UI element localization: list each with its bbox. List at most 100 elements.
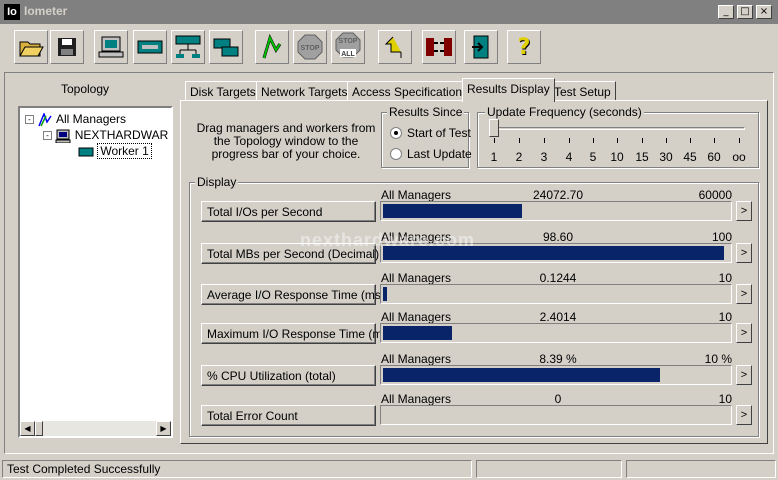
- metric-source: All Managers: [381, 352, 452, 366]
- metric-max: 10 %: [704, 352, 732, 366]
- stop-all-sign-icon: STOP ALL: [335, 32, 361, 58]
- metric-button[interactable]: Total I/Os per Second: [201, 201, 376, 222]
- instructions-text: Drag managers and workers from the Topol…: [196, 121, 376, 161]
- disconnect-button[interactable]: [422, 30, 456, 64]
- duplicate-worker-button[interactable]: [209, 30, 243, 64]
- metric-arrow-button[interactable]: >: [736, 323, 752, 343]
- metric-max: 100: [711, 230, 732, 244]
- tab-disk-targets[interactable]: Disk Targets: [185, 81, 261, 101]
- status-message: Test Completed Successfully: [2, 460, 472, 478]
- new-disk-worker-button[interactable]: [133, 30, 167, 64]
- collapse-icon[interactable]: -: [43, 131, 52, 141]
- topology-scrollbar[interactable]: ◀ ▶: [20, 421, 171, 436]
- metric-arrow-button[interactable]: >: [736, 365, 752, 385]
- tree-manager[interactable]: - NEXTHARDWAR: [43, 128, 169, 144]
- tree-root-label: All Managers: [56, 112, 127, 126]
- progress-fill: [383, 368, 660, 382]
- metric-button[interactable]: % CPU Utilization (total): [201, 365, 376, 386]
- disconnect-icon: [426, 38, 452, 56]
- frequency-slider-thumb[interactable]: [489, 119, 499, 137]
- tree-worker-label: Worker 1: [97, 143, 152, 159]
- computer-icon: [98, 36, 124, 58]
- floppy-disk-icon: [58, 38, 76, 56]
- metric-progress-bar[interactable]: [380, 284, 732, 304]
- status-bar: Test Completed Successfully: [0, 459, 778, 480]
- metric-value: 2.4014: [539, 310, 577, 324]
- metric-button[interactable]: Total Error Count: [201, 405, 376, 426]
- metric-button[interactable]: Average I/O Response Time (ms): [201, 284, 385, 305]
- radio-circle[interactable]: [390, 148, 402, 160]
- metric-max: 10: [718, 271, 732, 285]
- worker-disk-icon: [78, 147, 94, 157]
- metric-arrow-button[interactable]: >: [736, 201, 752, 221]
- tick-mark: [544, 138, 545, 143]
- tick-mark: [739, 138, 740, 143]
- metric-progress-bar[interactable]: [380, 201, 732, 221]
- stop-text: STOP: [301, 45, 320, 52]
- progress-fill: [383, 287, 387, 301]
- stop-button[interactable]: STOP: [293, 30, 327, 64]
- tick-mark: [494, 138, 495, 143]
- start-test-button[interactable]: [255, 30, 289, 64]
- collapse-icon[interactable]: -: [25, 115, 34, 125]
- close-button[interactable]: ×: [756, 5, 772, 19]
- status-pane-3: [626, 460, 776, 478]
- maximize-button[interactable]: □: [737, 5, 753, 19]
- tab-test-setup[interactable]: Test Setup: [549, 81, 616, 101]
- toolbar: STOP STOP ALL ?: [0, 26, 778, 68]
- tab-results-display[interactable]: Results Display: [462, 78, 555, 102]
- metric-value: 24072.70: [532, 188, 584, 202]
- help-button[interactable]: ?: [507, 30, 541, 64]
- radio-circle[interactable]: [390, 127, 402, 139]
- metric-max: 10: [718, 310, 732, 324]
- progress-fill: [383, 326, 452, 340]
- stop-all-button[interactable]: STOP ALL: [331, 30, 365, 64]
- tick-mark: [642, 138, 643, 143]
- exit-door-icon: [472, 35, 489, 59]
- tree-root-all-managers[interactable]: - All Managers: [25, 111, 127, 127]
- radio-last-update[interactable]: Last Update: [390, 147, 472, 161]
- tick-mark: [593, 138, 594, 143]
- open-button[interactable]: [14, 30, 48, 64]
- metric-value: 0.1244: [539, 271, 577, 285]
- metric-progress-bar[interactable]: [380, 365, 732, 385]
- scroll-right-button[interactable]: ▶: [156, 421, 171, 436]
- save-button[interactable]: [50, 30, 84, 64]
- minimize-button[interactable]: _: [718, 5, 734, 19]
- metric-source: All Managers: [381, 310, 452, 324]
- folder-open-icon: [19, 41, 44, 57]
- frequency-slider-track[interactable]: [489, 127, 745, 130]
- copy-worker-icon: [213, 38, 239, 57]
- metric-progress-bar[interactable]: [380, 405, 732, 425]
- scroll-left-button[interactable]: ◀: [20, 421, 35, 436]
- display-button[interactable]: [94, 30, 128, 64]
- reset-arrow-icon: [384, 36, 402, 58]
- metric-source: All Managers: [381, 271, 452, 285]
- scroll-thumb[interactable]: [35, 421, 43, 436]
- metric-value: 0: [554, 392, 562, 406]
- update-frequency-title: Update Frequency (seconds): [485, 105, 644, 119]
- tick-mark: [569, 138, 570, 143]
- disk-drive-icon: [137, 40, 163, 54]
- metric-arrow-button[interactable]: >: [736, 243, 752, 263]
- reset-workers-button[interactable]: [378, 30, 412, 64]
- radio-label: Start of Test: [407, 126, 471, 140]
- exit-button[interactable]: [464, 30, 498, 64]
- metric-button[interactable]: Maximum I/O Response Time (ms): [201, 323, 392, 344]
- metric-arrow-button[interactable]: >: [736, 405, 752, 425]
- metric-arrow-button[interactable]: >: [736, 284, 752, 304]
- tree-manager-label: NEXTHARDWAR: [74, 128, 169, 142]
- radio-start-of-test[interactable]: Start of Test: [390, 126, 471, 140]
- network-icon: [175, 35, 201, 58]
- svg-text:ALL: ALL: [341, 51, 355, 58]
- new-network-worker-button[interactable]: [171, 30, 205, 64]
- tab-network-targets[interactable]: Network Targets: [256, 81, 353, 101]
- metric-max: 10: [718, 392, 732, 406]
- app-icon: Io: [4, 4, 20, 20]
- radio-label: Last Update: [407, 147, 472, 161]
- title-bar: Io Iometer _ □ ×: [0, 0, 778, 24]
- stop-sign-icon: STOP: [297, 34, 323, 60]
- metric-progress-bar[interactable]: [380, 323, 732, 343]
- tree-worker[interactable]: Worker 1: [78, 143, 152, 159]
- tab-access-specifications[interactable]: Access Specifications: [347, 81, 474, 101]
